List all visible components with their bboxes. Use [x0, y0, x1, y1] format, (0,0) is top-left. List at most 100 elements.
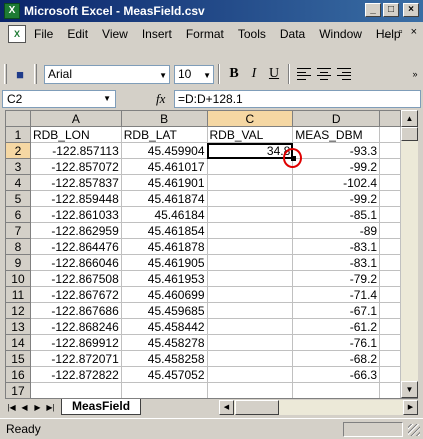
cell-b[interactable]: 45.46184: [120, 206, 208, 223]
cell-e[interactable]: [379, 334, 401, 351]
scroll-up-icon[interactable]: ▲: [401, 110, 418, 127]
chevron-down-icon[interactable]: ▼: [159, 71, 167, 80]
close-icon[interactable]: ×: [403, 3, 419, 17]
cell-c[interactable]: [206, 302, 294, 319]
workbook-minimize-icon[interactable]: _: [385, 26, 391, 38]
first-sheet-icon[interactable]: |◀: [5, 403, 18, 412]
next-sheet-icon[interactable]: ▶: [31, 403, 44, 412]
cell-d[interactable]: -93.3: [292, 142, 381, 159]
column-header-d[interactable]: D: [292, 110, 381, 127]
vertical-scrollbar[interactable]: ▲ ▼: [401, 110, 418, 398]
cell-b[interactable]: 45.461901: [120, 174, 208, 191]
name-box[interactable]: C2 ▼: [2, 90, 116, 108]
toolbar-handle-2[interactable]: [34, 64, 37, 84]
cell-e[interactable]: [379, 382, 401, 398]
bold-button[interactable]: B: [224, 64, 244, 84]
row-header[interactable]: 14: [5, 334, 31, 351]
cell-e1[interactable]: [379, 126, 401, 143]
cell-b[interactable]: [120, 382, 208, 398]
insert-function-icon[interactable]: fx: [156, 91, 165, 107]
cell-d[interactable]: -99.2: [292, 158, 381, 175]
cell-e[interactable]: [379, 270, 401, 287]
cell-a[interactable]: -122.857113: [29, 142, 122, 159]
cell-c[interactable]: 34.8: [206, 142, 294, 159]
vertical-scroll-thumb[interactable]: [401, 127, 418, 141]
fill-handle[interactable]: [291, 156, 296, 161]
row-header[interactable]: 15: [5, 350, 31, 367]
cell-d[interactable]: -66.3: [292, 366, 381, 383]
cell-b[interactable]: 45.460699: [120, 286, 208, 303]
menu-view[interactable]: View: [96, 27, 136, 41]
cell-e[interactable]: [379, 142, 401, 159]
chevron-down-icon[interactable]: ▼: [203, 71, 211, 80]
cell-d[interactable]: -89: [292, 222, 381, 239]
underline-button[interactable]: U: [264, 64, 284, 84]
align-left-icon[interactable]: [294, 64, 314, 84]
cell-a[interactable]: -122.861033: [29, 206, 122, 223]
scroll-right-icon[interactable]: ▶: [403, 400, 418, 415]
cell-e[interactable]: [379, 238, 401, 255]
cell-a[interactable]: -122.857837: [29, 174, 122, 191]
cell-b[interactable]: 45.461874: [120, 190, 208, 207]
cell-b1[interactable]: RDB_LAT: [120, 126, 208, 143]
cell-e[interactable]: [379, 302, 401, 319]
cell-c[interactable]: [206, 206, 294, 223]
cell-b[interactable]: 45.461953: [120, 270, 208, 287]
cell-a[interactable]: -122.872822: [29, 366, 122, 383]
cell-c[interactable]: [206, 334, 294, 351]
font-size-combo[interactable]: 10 ▼: [174, 64, 214, 84]
row-header[interactable]: 4: [5, 174, 31, 191]
cell-d[interactable]: -85.1: [292, 206, 381, 223]
cell-d1[interactable]: MEAS_DBM: [292, 126, 381, 143]
cell-c[interactable]: [206, 254, 294, 271]
row-header-1[interactable]: 1: [5, 126, 31, 143]
cell-e[interactable]: [379, 366, 401, 383]
scroll-left-icon[interactable]: ◀: [219, 400, 234, 415]
cell-e[interactable]: [379, 158, 401, 175]
menu-edit[interactable]: Edit: [61, 27, 96, 41]
cell-d[interactable]: -71.4: [292, 286, 381, 303]
menu-insert[interactable]: Insert: [136, 27, 180, 41]
cell-c[interactable]: [206, 350, 294, 367]
workbook-icon[interactable]: X: [8, 25, 26, 43]
cell-e[interactable]: [379, 318, 401, 335]
column-header-e[interactable]: [379, 110, 401, 127]
cell-a[interactable]: -122.867686: [29, 302, 122, 319]
cell-e[interactable]: [379, 350, 401, 367]
cell-a[interactable]: -122.869912: [29, 334, 122, 351]
cell-c1[interactable]: RDB_VAL: [206, 126, 294, 143]
formula-input[interactable]: =D:D+128.1: [174, 90, 421, 108]
row-header[interactable]: 8: [5, 238, 31, 255]
column-header-b[interactable]: B: [120, 110, 208, 127]
last-sheet-icon[interactable]: ▶|: [44, 403, 57, 412]
cell-e[interactable]: [379, 206, 401, 223]
cell-a[interactable]: -122.866046: [29, 254, 122, 271]
prev-sheet-icon[interactable]: ◀: [18, 403, 31, 412]
cell-c[interactable]: [206, 190, 294, 207]
save-icon[interactable]: ■: [10, 64, 30, 84]
cell-a[interactable]: -122.868246: [29, 318, 122, 335]
cell-e[interactable]: [379, 286, 401, 303]
row-header[interactable]: 16: [5, 366, 31, 383]
cell-a[interactable]: -122.859448: [29, 190, 122, 207]
cell-d[interactable]: -67.1: [292, 302, 381, 319]
cell-d[interactable]: -61.2: [292, 318, 381, 335]
cell-c[interactable]: [206, 238, 294, 255]
cell-c[interactable]: [206, 174, 294, 191]
italic-button[interactable]: I: [244, 64, 264, 84]
minimize-icon[interactable]: _: [365, 3, 381, 17]
row-header[interactable]: 11: [5, 286, 31, 303]
cell-a[interactable]: -122.864476: [29, 238, 122, 255]
cell-c[interactable]: [206, 270, 294, 287]
workbook-restore-icon[interactable]: ▫: [399, 26, 403, 38]
cell-b[interactable]: 45.459685: [120, 302, 208, 319]
align-right-icon[interactable]: [334, 64, 354, 84]
select-all-corner[interactable]: [5, 110, 31, 127]
menu-format[interactable]: Format: [180, 27, 232, 41]
cell-c[interactable]: [206, 158, 294, 175]
cell-b[interactable]: 45.459904: [120, 142, 208, 159]
cell-d[interactable]: -99.2: [292, 190, 381, 207]
chevron-down-icon[interactable]: ▼: [103, 91, 111, 107]
excel-icon[interactable]: X: [4, 3, 20, 19]
cell-c[interactable]: [206, 382, 294, 398]
